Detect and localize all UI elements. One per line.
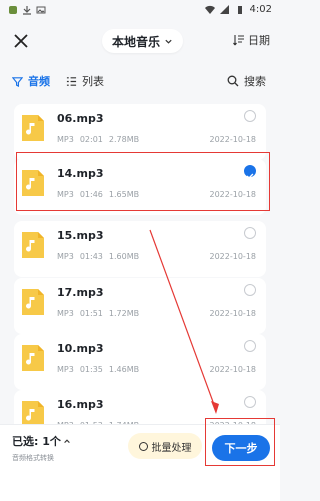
tab-audio-label: 音频	[28, 75, 50, 88]
wifi-icon	[204, 5, 215, 14]
audio-file-icon	[22, 170, 44, 196]
file-size: 1.65MB	[108, 190, 140, 199]
file-format: MP3	[57, 190, 74, 199]
checkbox-icon[interactable]	[244, 227, 256, 239]
file-date: 2022-10-18	[209, 365, 257, 374]
search-icon	[227, 75, 239, 87]
audio-file-icon	[22, 115, 44, 141]
sort-label: 日期	[248, 34, 270, 47]
file-name: 15.mp3	[57, 229, 104, 242]
file-name: 16.mp3	[57, 398, 104, 411]
file-format: MP3	[57, 135, 74, 144]
file-row[interactable]: 06.mp3 MP3 02:01 2.78MB 2022-10-18	[14, 104, 266, 160]
file-date: 2022-10-18	[209, 309, 257, 318]
sort-button[interactable]: 日期	[233, 32, 270, 48]
next-step-button[interactable]: 下一步	[212, 435, 270, 461]
file-size: 2.78MB	[108, 135, 140, 144]
file-name: 06.mp3	[57, 112, 104, 125]
image-icon	[36, 6, 46, 14]
batch-process-label: 批量处理	[151, 442, 192, 454]
radio-icon	[138, 441, 148, 451]
file-duration: 02:01	[79, 135, 103, 144]
file-row[interactable]: 10.mp3 MP3 01:35 1.46MB 2022-10-18	[14, 334, 266, 390]
tab-list-label: 列表	[82, 75, 104, 88]
file-format: MP3	[57, 252, 74, 261]
selected-count-label: 已选: 1个	[12, 435, 61, 448]
file-name: 10.mp3	[57, 342, 104, 355]
search-button[interactable]: 搜索	[227, 73, 266, 89]
file-size: 1.46MB	[108, 365, 140, 374]
file-meta: MP3 01:35 1.46MB	[57, 365, 139, 374]
file-name: 17.mp3	[57, 286, 104, 299]
status-bar: 4:02	[0, 0, 280, 22]
file-row[interactable]: 14.mp3 MP3 01:46 1.65MB 2022-10-18	[14, 159, 266, 215]
tab-bar: 音频 列表 搜索	[0, 70, 280, 94]
batch-process-button[interactable]: 批量处理	[128, 433, 202, 459]
file-row[interactable]: 17.mp3 MP3 01:51 1.72MB 2022-10-18	[14, 278, 266, 334]
source-dropdown[interactable]: 本地音乐	[102, 29, 184, 53]
status-time: 4:02	[249, 4, 272, 15]
bottom-bar: 已选: 1个 音频格式转换 批量处理 下一步	[0, 424, 280, 501]
file-size: 1.60MB	[108, 252, 140, 261]
status-left	[8, 5, 46, 15]
tab-audio[interactable]: 音频	[12, 73, 50, 89]
file-format: MP3	[57, 309, 74, 318]
signal-icon	[219, 4, 229, 14]
file-duration: 01:46	[79, 190, 103, 199]
file-date: 2022-10-18	[209, 252, 257, 261]
chevron-down-icon	[165, 39, 172, 44]
file-name: 14.mp3	[57, 167, 104, 180]
file-duration: 01:51	[79, 309, 103, 318]
app-notification-icon	[9, 6, 17, 14]
file-size: 1.72MB	[108, 309, 140, 318]
format-convert-label: 音频格式转换	[12, 454, 54, 462]
checkbox-icon[interactable]	[244, 284, 256, 296]
close-icon[interactable]	[12, 32, 30, 50]
checkbox-icon[interactable]	[244, 396, 256, 408]
file-meta: MP3 01:51 1.72MB	[57, 309, 139, 318]
sort-icon	[233, 35, 244, 46]
file-meta: MP3 02:01 2.78MB	[57, 135, 139, 144]
checkbox-checked-icon[interactable]	[244, 165, 256, 179]
file-meta: MP3 01:46 1.65MB	[57, 190, 139, 199]
file-date: 2022-10-18	[209, 135, 257, 144]
header: 本地音乐 日期	[0, 26, 280, 56]
audio-file-icon	[22, 345, 44, 371]
file-meta: MP3 01:43 1.60MB	[57, 252, 139, 261]
selected-count[interactable]: 已选: 1个	[12, 433, 71, 449]
file-format: MP3	[57, 365, 74, 374]
tab-list[interactable]: 列表	[66, 73, 104, 89]
download-icon	[23, 6, 31, 15]
file-date: 2022-10-18	[209, 190, 257, 199]
status-right: 4:02	[204, 4, 272, 15]
list-icon	[66, 76, 77, 86]
battery-icon	[237, 5, 242, 14]
file-row[interactable]: 15.mp3 MP3 01:43 1.60MB 2022-10-18	[14, 221, 266, 277]
check-icon	[246, 173, 254, 179]
file-duration: 01:43	[79, 252, 103, 261]
chevron-up-icon	[64, 439, 70, 443]
audio-filter-icon	[12, 76, 23, 87]
checkbox-icon[interactable]	[244, 340, 256, 352]
checkbox-icon[interactable]	[244, 110, 256, 122]
file-duration: 01:35	[79, 365, 103, 374]
search-label: 搜索	[244, 75, 266, 88]
audio-file-icon	[22, 232, 44, 258]
source-label: 本地音乐	[112, 34, 161, 49]
audio-file-icon	[22, 289, 44, 315]
